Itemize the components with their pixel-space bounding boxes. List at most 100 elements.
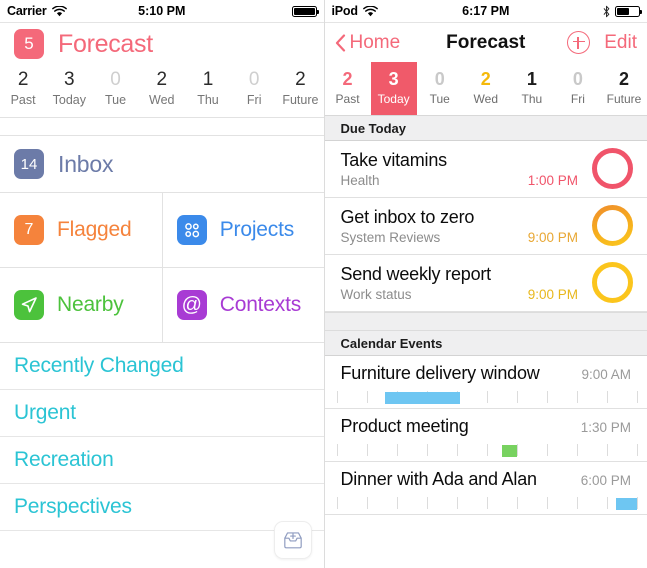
sidebar-item-urgent[interactable]: Urgent [0, 390, 324, 437]
list-spacer [0, 118, 324, 136]
task-due-time: 1:00 PM [527, 173, 578, 188]
sidebar-item-contexts[interactable]: @ Contexts [161, 268, 324, 343]
day-column-past[interactable]: 2 Past [0, 65, 46, 113]
timeline-tick [516, 497, 518, 509]
task-title: Get inbox to zero [340, 207, 475, 227]
task-content: Send weekly report Work status 9:00 PM [341, 263, 587, 302]
sidebar-item-flagged[interactable]: 7 Flagged [0, 193, 162, 268]
day-column-future[interactable]: 2 Future [601, 62, 647, 115]
event-header: Dinner with Ada and Alan 6:00 PM [325, 468, 647, 491]
sidebar-item-label: Contexts [219, 293, 302, 316]
page-title: Forecast [58, 29, 153, 58]
sidebar-item-inbox[interactable]: 14 Inbox [0, 136, 324, 193]
projects-icon [176, 215, 207, 245]
day-column-thu[interactable]: 1 Thu [509, 62, 555, 115]
calendar-event-row[interactable]: Product meeting 1:30 PM [324, 409, 647, 462]
event-timeline [336, 496, 638, 510]
left-forecast-header[interactable]: 5 Forecast [0, 22, 324, 65]
task-content: Take vitamins Health 1:00 PM [341, 149, 587, 188]
forecast-count-value: 5 [24, 34, 34, 53]
day-label: Future [606, 92, 642, 106]
section-header-due-today: Due Today [324, 116, 647, 141]
task-status-circle[interactable] [592, 205, 633, 246]
inbox-badge-icon: 14 [14, 149, 44, 179]
timeline-event-block [615, 498, 637, 510]
wifi-icon [362, 5, 378, 16]
day-column-tue[interactable]: 0 Tue [92, 65, 138, 113]
task-status-circle[interactable] [592, 148, 633, 189]
timeline-event-block [384, 392, 460, 404]
right-day-strip: 2 Past 3 Today 0 Tue 2 Wed 1 Thu 0 Fri 2… [324, 62, 647, 116]
chevron-left-icon [335, 33, 345, 52]
battery-icon [615, 5, 642, 17]
event-header: Furniture delivery window 9:00 AM [325, 362, 647, 385]
task-status-circle[interactable] [592, 262, 633, 303]
timeline-tick [396, 444, 398, 456]
task-meta: System Reviews 9:00 PM [341, 230, 587, 245]
quick-entry-inbox-button[interactable] [274, 521, 312, 559]
day-count: 0 [572, 69, 583, 89]
task-row[interactable]: Get inbox to zero System Reviews 9:00 PM [324, 198, 647, 255]
sidebar-item-recreation[interactable]: Recreation [0, 437, 324, 484]
task-project: System Reviews [340, 230, 441, 245]
event-time: 9:00 AM [581, 367, 631, 382]
status-bar-right-group [291, 5, 319, 17]
sidebar-item-nearby[interactable]: Nearby [0, 268, 162, 343]
calendar-event-row[interactable]: Furniture delivery window 9:00 AM [324, 356, 647, 409]
day-column-tue[interactable]: 0 Tue [417, 62, 463, 115]
task-row[interactable]: Take vitamins Health 1:00 PM [324, 141, 647, 198]
timeline-tick [426, 444, 428, 456]
inbox-tray-add-icon [284, 532, 302, 549]
right-status-bar: iPod 6:17 PM [325, 0, 647, 22]
day-column-future[interactable]: 2 Future [277, 65, 323, 113]
day-column-today[interactable]: 3 Today [46, 65, 92, 113]
flag-badge-icon: 7 [14, 215, 44, 245]
task-row[interactable]: Send weekly report Work status 9:00 PM [324, 255, 647, 312]
nav-right-actions: Edit [567, 31, 637, 54]
timeline-tick [546, 391, 548, 403]
day-column-wed[interactable]: 2 Wed [139, 65, 185, 113]
flagged-count-value: 7 [24, 221, 34, 238]
event-header: Product meeting 1:30 PM [325, 415, 647, 438]
day-label: Wed [149, 93, 175, 107]
back-button-home[interactable]: Home [335, 32, 400, 54]
day-label: Past [335, 92, 360, 106]
sidebar-item-label: Projects [219, 218, 295, 241]
event-title: Dinner with Ada and Alan [340, 469, 538, 489]
sidebar-item-recently-changed[interactable]: Recently Changed [0, 343, 324, 390]
day-column-fri[interactable]: 0 Fri [231, 65, 277, 113]
timeline-tick [366, 444, 368, 456]
day-count: 2 [17, 69, 29, 90]
section-spacer [324, 312, 647, 331]
timeline-tick [576, 391, 578, 403]
event-title: Furniture delivery window [340, 363, 540, 383]
day-count: 1 [202, 69, 214, 90]
day-column-wed[interactable]: 2 Wed [463, 62, 509, 115]
task-title: Send weekly report [340, 264, 492, 284]
timeline-tick [486, 391, 488, 403]
task-project: Health [340, 173, 380, 188]
day-label: Tue [105, 93, 127, 107]
day-count: 3 [388, 69, 399, 89]
day-column-today[interactable]: 3 Today [370, 62, 417, 115]
edit-button[interactable]: Edit [604, 32, 637, 54]
calendar-event-row[interactable]: Dinner with Ada and Alan 6:00 PM [324, 462, 647, 515]
day-label: Future [282, 93, 319, 107]
day-count: 3 [64, 69, 75, 90]
sidebar-item-projects[interactable]: Projects [161, 193, 324, 268]
plus-circle-icon[interactable] [567, 31, 591, 54]
timeline-tick [576, 444, 578, 456]
status-bar-left-group: Carrier [7, 4, 67, 18]
task-meta: Work status 9:00 PM [341, 287, 587, 302]
day-count: 2 [156, 69, 168, 90]
battery-icon [291, 5, 319, 17]
day-column-thu[interactable]: 1 Thu [185, 65, 231, 113]
timeline-tick [426, 497, 428, 509]
day-column-past[interactable]: 2 Past [325, 62, 371, 115]
timeline-tick [486, 444, 488, 456]
right-panel-forecast-screen: iPod 6:17 PM Home Forecast Edit 2 Past 3… [323, 0, 647, 568]
timeline-tick [637, 391, 638, 403]
day-label: Today [52, 93, 86, 107]
timeline-tick [456, 444, 458, 456]
day-column-fri[interactable]: 0 Fri [555, 62, 601, 115]
